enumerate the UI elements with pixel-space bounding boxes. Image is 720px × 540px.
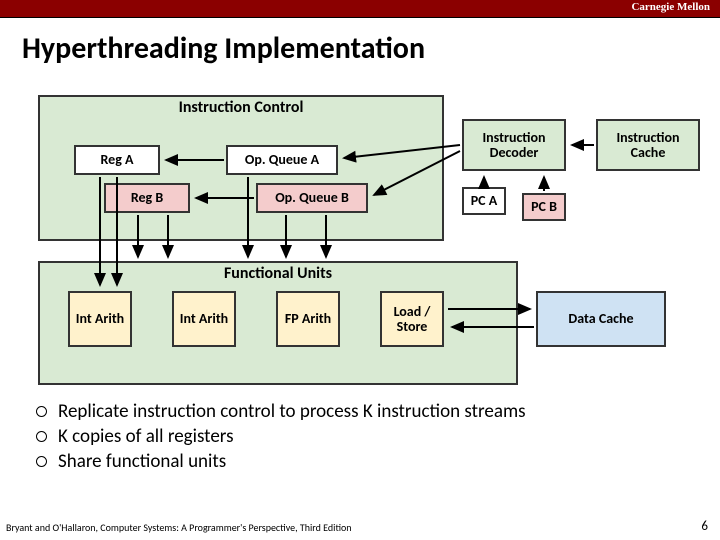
instruction-decoder-box: Instruction Decoder: [462, 119, 566, 171]
pc-b-box: PC B: [522, 193, 566, 221]
reg-a-box: Reg A: [74, 145, 160, 175]
slide-title: Hyperthreading Implementation: [22, 30, 698, 67]
load-store-box: Load / Store: [380, 291, 444, 347]
diagram: Instruction Control Reg A Reg B Op. Queu…: [38, 95, 702, 388]
bullet-item: K copies of all registers: [30, 425, 700, 448]
instruction-control-label: Instruction Control: [40, 98, 442, 117]
brand-text: Carnegie Mellon: [631, 1, 710, 13]
fp-arith-box: FP Arith: [276, 291, 340, 347]
bullet-item: Share functional units: [30, 450, 700, 473]
bullet-list: Replicate instruction control to process…: [30, 400, 700, 475]
int-arith-2-box: Int Arith: [172, 291, 236, 347]
instruction-cache-box: Instruction Cache: [596, 119, 700, 171]
functional-units-label: Functional Units: [40, 264, 516, 283]
footer-citation: Bryant and O'Hallaron, Computer Systems:…: [6, 521, 352, 534]
page-number: 6: [701, 519, 708, 534]
int-arith-1-box: Int Arith: [68, 291, 132, 347]
footer: Bryant and O'Hallaron, Computer Systems:…: [6, 521, 714, 534]
data-cache-box: Data Cache: [536, 291, 666, 347]
op-queue-b-box: Op. Queue B: [256, 183, 368, 213]
pc-a-box: PC A: [462, 187, 506, 215]
bullet-item: Replicate instruction control to process…: [30, 400, 700, 423]
reg-b-box: Reg B: [104, 183, 190, 213]
header-bar: Carnegie Mellon: [0, 0, 720, 18]
op-queue-a-box: Op. Queue A: [226, 145, 338, 175]
